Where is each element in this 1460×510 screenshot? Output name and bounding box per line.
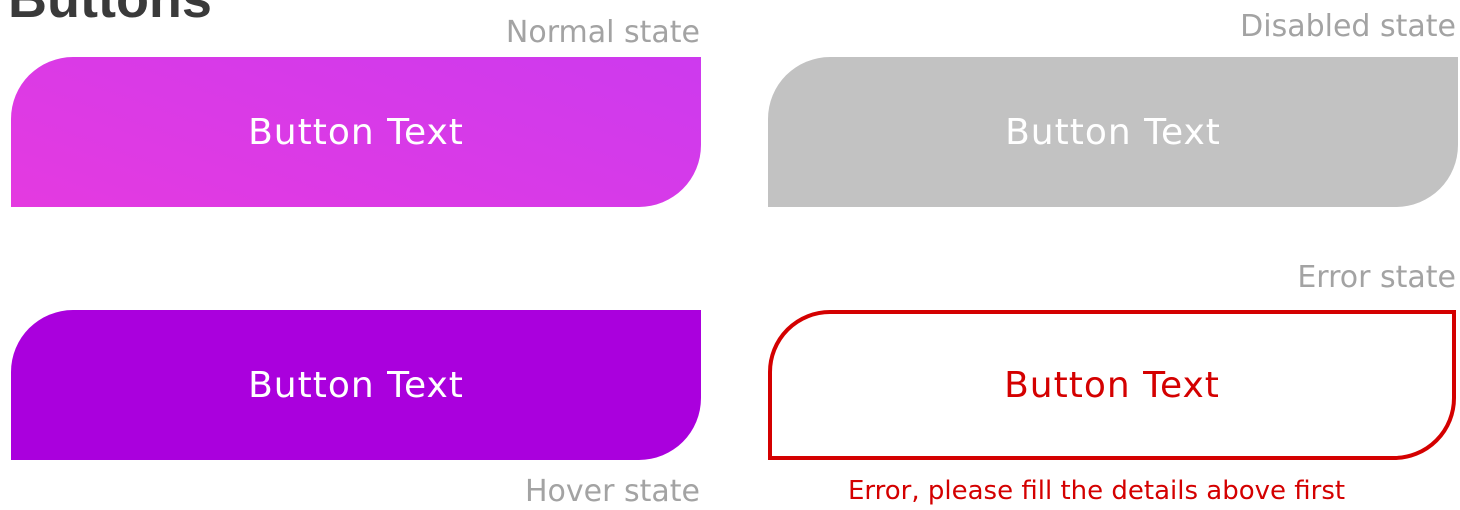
disabled-state-button: Button Text	[768, 57, 1458, 207]
page-title: Buttons	[8, 0, 212, 26]
disabled-state-label: Disabled state	[1240, 9, 1456, 44]
hover-state-button[interactable]: Button Text	[11, 310, 701, 460]
disabled-button-label: Button Text	[1005, 111, 1221, 153]
normal-state-label: Normal state	[505, 15, 700, 50]
error-state-label: Error state	[1297, 260, 1456, 295]
error-message: Error, please fill the details above fir…	[848, 476, 1346, 506]
normal-state-button[interactable]: Button Text	[11, 57, 701, 207]
error-state-button[interactable]: Button Text	[768, 310, 1456, 460]
normal-button-label: Button Text	[248, 111, 464, 153]
error-button-label: Button Text	[1004, 364, 1220, 406]
hover-state-label: Hover state	[525, 474, 700, 509]
hover-button-label: Button Text	[248, 364, 464, 406]
